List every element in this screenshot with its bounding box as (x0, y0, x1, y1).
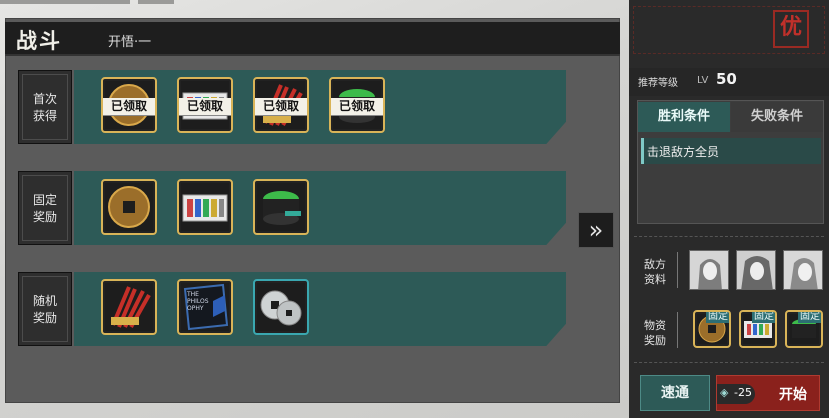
divider (634, 236, 824, 237)
enemy-portrait-3 (784, 251, 822, 289)
recommended-level-label: 推荐等级 (638, 78, 678, 89)
double-chevron-right-icon: » (588, 216, 604, 244)
enemy-info-label: 敌方 资料 (644, 257, 666, 287)
row-label-line: 固定 (32, 193, 57, 207)
fixed-tag: 固定 (706, 311, 729, 323)
reward-item-tea[interactable] (253, 179, 309, 235)
start-label: 开始 (779, 387, 807, 403)
coin-icon (108, 186, 150, 228)
divider (677, 312, 678, 348)
lv-prefix: LV (697, 75, 709, 86)
row-label-line: 奖励 (32, 210, 57, 224)
claimed-label: 已领取 (103, 98, 155, 115)
label-line: 奖励 (644, 334, 666, 347)
reward-item-coin[interactable] (101, 179, 157, 235)
material-item-dye[interactable]: 固定 (739, 310, 777, 348)
label-line: 资料 (644, 273, 666, 286)
stamina-icon: ◈ (720, 386, 729, 399)
claimed-label: 已领取 (255, 98, 307, 115)
row-label-line: 奖励 (32, 311, 57, 325)
tea-jar-icon (263, 191, 301, 225)
divider (634, 362, 824, 363)
reward-item-tea[interactable]: 已领取 (329, 77, 385, 133)
enemy-portrait[interactable] (689, 250, 729, 290)
top-bar-stub (0, 0, 130, 4)
row-label-fixed-reward: 固定 奖励 (18, 171, 72, 245)
reward-item-silver-coins[interactable] (253, 279, 309, 335)
row-label-line: 获得 (32, 109, 57, 123)
fixed-tag: 固定 (798, 311, 821, 323)
start-battle-button[interactable]: ◈ -25 开始 (716, 375, 820, 411)
tab-defeat-conditions[interactable]: 失败条件 (731, 102, 823, 132)
material-item-tea[interactable]: 固定 (785, 310, 823, 348)
reward-item-firecracker[interactable]: 已领取 (253, 77, 309, 133)
enemy-portrait-1 (690, 251, 728, 289)
title-bar (5, 22, 620, 56)
reward-item-dye[interactable]: 已领取 (177, 77, 233, 133)
row-label-random-reward: 随机 奖励 (18, 272, 72, 346)
label-line: 物资 (644, 319, 666, 332)
row-label-line: 随机 (32, 294, 57, 308)
reward-item-firecracker[interactable] (101, 279, 157, 335)
fixed-tag: 固定 (752, 311, 775, 323)
page-title: 战斗 (16, 29, 62, 53)
next-page-button[interactable]: » (578, 212, 614, 248)
stamina-cost: -25 (734, 386, 752, 399)
silver-coins-icon (260, 290, 302, 326)
label-line: 敌方 (644, 258, 666, 271)
reward-item-dye[interactable] (177, 179, 233, 235)
victory-condition-text: 击退敌方全员 (647, 145, 720, 159)
book-cover-text: THE PHILOS OPHY (187, 291, 209, 312)
tab-victory-conditions[interactable]: 胜利条件 (638, 102, 730, 132)
reward-item-coin[interactable]: 已领取 (101, 77, 157, 133)
claimed-label: 已领取 (331, 98, 383, 115)
recommended-level-value: 50 (716, 70, 737, 88)
row-label-line: 首次 (32, 92, 57, 106)
firecracker-icon (111, 286, 151, 328)
stage-name: 开悟·一 (108, 35, 152, 50)
quick-clear-button[interactable]: 速通 (640, 375, 710, 411)
row-label-first-clear: 首次 获得 (18, 70, 72, 144)
reward-item-book[interactable]: THE PHILOS OPHY (177, 279, 233, 335)
rank-seal-icon: 优 (773, 10, 809, 48)
enemy-portrait[interactable] (783, 250, 823, 290)
claimed-label: 已领取 (179, 98, 231, 115)
material-item-coin[interactable]: 固定 (693, 310, 731, 348)
divider (677, 252, 678, 288)
enemy-portrait-2 (737, 251, 775, 289)
material-reward-label: 物资 奖励 (644, 318, 666, 348)
enemy-portrait[interactable] (736, 250, 776, 290)
dye-palette-icon (182, 194, 228, 222)
top-bar-stub (138, 0, 174, 4)
